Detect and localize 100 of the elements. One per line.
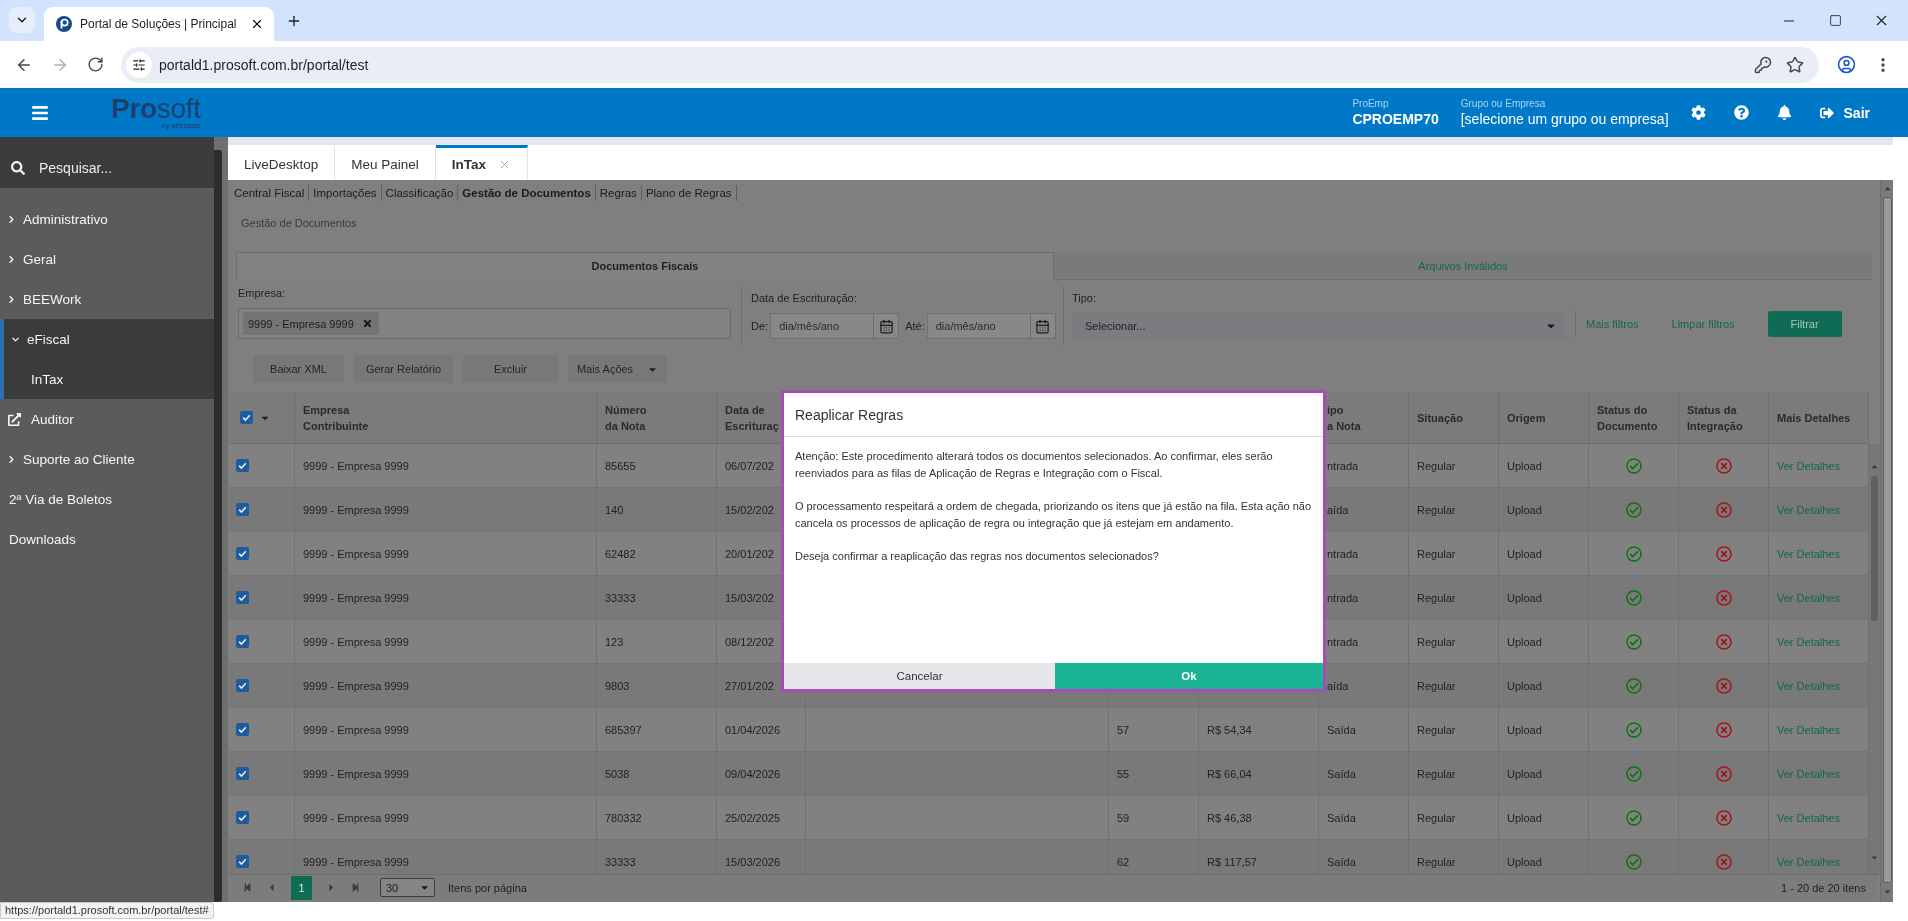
calendar-button[interactable] xyxy=(873,313,900,339)
column-header[interactable]: Empresa Contribuinte xyxy=(303,401,369,434)
details-link[interactable]: Ver Detalhes xyxy=(1777,459,1840,472)
module-tab[interactable]: Plano de Regras xyxy=(641,185,737,201)
bell-icon[interactable] xyxy=(1776,105,1792,120)
site-info-button[interactable] xyxy=(126,51,152,78)
cancel-button[interactable]: Cancelar xyxy=(784,663,1055,689)
scroll-down-icon[interactable] xyxy=(1870,853,1879,862)
checkbox[interactable] xyxy=(236,459,249,472)
numeric-value: 55 xyxy=(1117,767,1130,780)
company-name: 9999 - Empresa 9999 xyxy=(303,459,409,472)
first-page-icon[interactable] xyxy=(243,883,252,892)
note-number: 9803 xyxy=(605,679,630,692)
scrollbar-thumb[interactable] xyxy=(1871,476,1878,621)
browser-tab[interactable]: Portal de Soluções | Principal xyxy=(44,7,274,41)
menu-icon[interactable] xyxy=(31,103,49,122)
last-page-icon[interactable] xyxy=(351,883,360,892)
scroll-up-icon[interactable] xyxy=(1882,184,1892,193)
checkbox[interactable] xyxy=(236,767,249,780)
column-header[interactable]: Origem xyxy=(1507,409,1546,426)
maximize-icon[interactable] xyxy=(1828,14,1842,27)
checkbox[interactable] xyxy=(236,811,249,824)
module-tab[interactable]: Regras xyxy=(595,185,642,201)
calendar-button[interactable] xyxy=(1029,313,1056,339)
tab-list-button[interactable] xyxy=(9,7,35,33)
checkbox[interactable] xyxy=(236,855,249,868)
column-header[interactable]: Número da Nota xyxy=(605,401,647,434)
column-header[interactable]: Data de Escrituraç xyxy=(725,401,779,434)
entry-date: 27/01/202 xyxy=(725,679,774,692)
reload-icon[interactable] xyxy=(87,56,104,73)
column-header[interactable]: ipo a Nota xyxy=(1327,401,1361,434)
dialog-title: Reaplicar Regras xyxy=(795,406,904,423)
company-field[interactable]: 9999 - Empresa 9999 xyxy=(238,308,731,339)
star-icon[interactable] xyxy=(1786,55,1804,74)
sidebar-subitem[interactable]: InTax xyxy=(0,359,214,399)
scroll-up-icon[interactable] xyxy=(1870,462,1879,471)
details-link[interactable]: Ver Detalhes xyxy=(1777,723,1840,736)
page-size-select[interactable]: 30 xyxy=(380,878,435,897)
module-tab[interactable]: Central Fiscal xyxy=(230,185,310,201)
environment-name[interactable]: CPROEMP70 xyxy=(1352,109,1439,128)
module-tab[interactable]: Classificação xyxy=(381,185,459,201)
filter-button[interactable]: Filtrar xyxy=(1767,311,1842,337)
sidebar-item[interactable]: eFiscal xyxy=(0,319,214,359)
origin-text: Upload xyxy=(1507,459,1542,472)
remove-icon[interactable] xyxy=(361,318,373,329)
checkbox[interactable] xyxy=(236,591,249,604)
page-button[interactable]: 1 xyxy=(291,875,312,900)
sidebar-item[interactable]: Suporte ao Cliente xyxy=(0,439,214,479)
document-tab[interactable]: Documentos Fiscais xyxy=(236,252,1054,280)
sidebar-item[interactable]: 2ª Via de Boletos xyxy=(0,479,214,519)
checkbox[interactable] xyxy=(236,547,249,560)
scrollbar-thumb[interactable] xyxy=(1882,197,1892,883)
scroll-down-icon[interactable] xyxy=(1882,887,1892,896)
address-bar[interactable]: portald1.prosoft.com.br/portal/test xyxy=(121,46,1819,83)
help-icon[interactable] xyxy=(1733,105,1749,120)
checkbox[interactable] xyxy=(236,679,249,692)
entry-date: 08/12/202 xyxy=(725,635,774,648)
settings-icon[interactable] xyxy=(1690,105,1706,120)
company-tag[interactable]: 9999 - Empresa 9999 xyxy=(243,312,379,335)
sidebar-item[interactable]: Downloads xyxy=(0,519,214,559)
company-name: 9999 - Empresa 9999 xyxy=(303,503,409,516)
details-link[interactable]: Ver Detalhes xyxy=(1777,811,1840,824)
note-number: 33333 xyxy=(605,855,636,868)
note-number: 140 xyxy=(605,503,624,516)
origin-text: Upload xyxy=(1507,503,1542,516)
type-select[interactable]: Selecionar... xyxy=(1072,312,1566,340)
group-selector[interactable]: [selecione um grupo ou empresa] xyxy=(1460,109,1669,128)
action-button[interactable]: Baixar XML xyxy=(253,355,344,383)
module-tab[interactable]: Importações xyxy=(309,185,382,201)
origin-text: Upload xyxy=(1507,547,1542,560)
column-header[interactable]: Mais Detalhes xyxy=(1777,409,1851,426)
sidebar-item[interactable]: Administrativo xyxy=(0,199,214,239)
date-input[interactable]: dia/mês/ano xyxy=(926,313,1030,339)
checkbox[interactable] xyxy=(236,503,249,516)
column-header[interactable]: Status da Integração xyxy=(1687,401,1743,434)
note-type: Saída xyxy=(1327,723,1356,736)
action-button[interactable]: Excluir xyxy=(463,355,558,383)
note-number: 780332 xyxy=(605,811,642,824)
column-header[interactable]: Status do Documento xyxy=(1597,401,1658,434)
details-link[interactable]: Ver Detalhes xyxy=(1777,547,1840,560)
action-button[interactable]: Gerar Relatório xyxy=(354,355,453,383)
new-tab-icon[interactable] xyxy=(286,13,302,29)
checkbox[interactable] xyxy=(240,411,253,424)
column-header[interactable]: Situação xyxy=(1417,409,1463,426)
sidebar-item[interactable]: Geral xyxy=(0,239,214,279)
logout-button[interactable]: Sair xyxy=(1819,104,1870,121)
details-link[interactable]: Ver Detalhes xyxy=(1777,635,1840,648)
sidebar-item[interactable]: BEEWork xyxy=(0,279,214,319)
ok-button[interactable]: Ok xyxy=(1055,663,1323,689)
sidebar-item[interactable]: Auditor xyxy=(0,399,214,439)
situation-text: Regular xyxy=(1417,679,1456,692)
entry-date: 25/02/2025 xyxy=(725,811,781,824)
module-tab[interactable]: Gestão de Documentos xyxy=(458,185,596,201)
checkbox[interactable] xyxy=(236,635,249,648)
close-icon[interactable] xyxy=(250,17,264,31)
key-icon[interactable] xyxy=(1754,55,1772,74)
split-button[interactable]: Mais Ações xyxy=(568,355,667,383)
date-input[interactable]: dia/mês/ano xyxy=(770,313,874,339)
profile-icon[interactable] xyxy=(1837,55,1856,74)
checkbox[interactable] xyxy=(236,723,249,736)
